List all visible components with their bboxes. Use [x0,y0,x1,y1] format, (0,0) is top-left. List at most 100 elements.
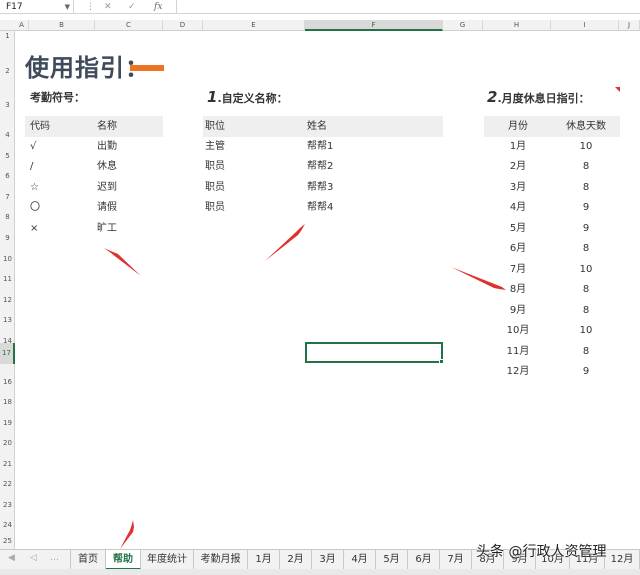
days-cell[interactable]: 8 [552,280,620,300]
tab-month[interactable]: 12月 [605,550,640,570]
row-header[interactable]: 2 [0,65,15,77]
days-cell[interactable]: 10 [552,137,620,157]
month-cell[interactable]: 2月 [484,157,552,177]
code-cell[interactable]: √ [30,137,36,157]
tab-month[interactable]: 6月 [408,550,440,570]
row-header[interactable]: 20 [0,437,15,449]
days-cell[interactable]: 8 [552,301,620,321]
tab-home[interactable]: 首页 [70,550,106,570]
position-cell[interactable]: 职员 [205,198,225,218]
row-header[interactable]: 16 [0,376,15,388]
name-cell[interactable]: 休息 [97,157,117,177]
code-cell[interactable]: / [30,157,33,177]
tab-help[interactable]: 帮助 [106,550,141,570]
position-cell[interactable]: 职员 [205,178,225,198]
code-cell[interactable]: 〇 [30,198,40,218]
code-cell[interactable]: × [30,219,38,239]
formula-input[interactable] [176,0,640,14]
month-cell[interactable]: 1月 [484,137,552,157]
selected-cell[interactable] [305,342,444,364]
position-cell[interactable]: 职员 [205,157,225,177]
staff-name-cell[interactable]: 帮帮3 [307,178,333,198]
month-cell[interactable]: 3月 [484,178,552,198]
row-header[interactable]: 21 [0,458,15,470]
staff-name-cell[interactable]: 帮帮1 [307,137,333,157]
row-header[interactable]: 4 [0,129,15,141]
row-header[interactable]: 1 [0,33,15,40]
row-header[interactable]: 7 [0,191,15,203]
column-header[interactable]: J [619,20,640,31]
chevron-down-icon[interactable]: ▼ [65,0,70,14]
confirm-icon[interactable]: ✓ [128,0,136,14]
row-header[interactable]: 13 [0,314,15,326]
tab-month[interactable]: 1月 [248,550,280,570]
days-cell[interactable]: 9 [552,219,620,239]
fill-handle[interactable] [439,359,444,364]
row-header[interactable]: 3 [0,99,15,111]
column-header[interactable]: B [29,20,95,31]
column-header[interactable]: A [15,20,29,31]
row-header[interactable]: 24 [0,519,15,531]
column-header-selected[interactable]: F [305,20,443,31]
row-header[interactable]: 11 [0,273,15,285]
month-cell[interactable]: 8月 [484,280,552,300]
month-cell[interactable]: 5月 [484,219,552,239]
month-cell[interactable]: 10月 [484,321,552,341]
position-cell[interactable]: 主管 [205,137,225,157]
column-header[interactable]: H [483,20,551,31]
staff-name-cell[interactable]: 帮帮2 [307,157,333,177]
month-cell[interactable]: 6月 [484,239,552,259]
row-header[interactable]: 22 [0,478,15,490]
more-sheets-icon[interactable]: … [50,553,59,563]
row-header[interactable]: 23 [0,499,15,511]
tab-monthly-report[interactable]: 考勤月报 [194,550,248,570]
tab-annual-stats[interactable]: 年度统计 [141,550,194,570]
days-cell[interactable]: 8 [552,157,620,177]
comment-indicator[interactable] [615,87,620,92]
code-cell[interactable]: ☆ [30,178,39,198]
more-icon: ⋮ [86,2,95,12]
month-cell[interactable]: 12月 [484,362,552,382]
row-header[interactable]: 5 [0,150,15,162]
days-cell[interactable]: 8 [552,342,620,362]
row-header[interactable]: 10 [0,253,15,265]
row-header[interactable]: 19 [0,417,15,429]
tab-month[interactable]: 5月 [376,550,408,570]
name-cell[interactable]: 出勤 [97,137,117,157]
column-header[interactable]: C [95,20,163,31]
row-header[interactable]: 12 [0,294,15,306]
days-cell[interactable]: 10 [552,260,620,280]
staff-name-cell[interactable]: 帮帮4 [307,198,333,218]
prev-sheet-icon[interactable]: ◁ [30,553,37,563]
days-cell[interactable]: 8 [552,239,620,259]
row-header-selected[interactable]: 17 [0,343,15,364]
tab-month[interactable]: 2月 [280,550,312,570]
first-sheet-icon[interactable]: ◀ [8,553,15,563]
tab-month[interactable]: 4月 [344,550,376,570]
month-cell[interactable]: 4月 [484,198,552,218]
name-box[interactable]: F17 ▼ [0,0,74,14]
function-icon[interactable]: fx [154,0,162,14]
month-cell[interactable]: 11月 [484,342,552,362]
row-header[interactable]: 6 [0,170,15,182]
tab-month[interactable]: 3月 [312,550,344,570]
tab-month[interactable]: 7月 [440,550,472,570]
month-cell[interactable]: 7月 [484,260,552,280]
days-cell[interactable]: 9 [552,198,620,218]
days-cell[interactable]: 10 [552,321,620,341]
days-cell[interactable]: 8 [552,178,620,198]
row-header[interactable]: 9 [0,232,15,244]
column-header[interactable]: E [203,20,305,31]
row-header[interactable]: 18 [0,396,15,408]
name-cell[interactable]: 迟到 [97,178,117,198]
name-cell[interactable]: 请假 [97,198,117,218]
row-header[interactable]: 25 [0,536,15,546]
cancel-icon[interactable]: ✕ [104,0,112,14]
days-cell[interactable]: 9 [552,362,620,382]
column-header[interactable]: D [163,20,203,31]
month-cell[interactable]: 9月 [484,301,552,321]
column-header[interactable]: G [443,20,483,31]
row-header[interactable]: 8 [0,211,15,223]
column-header[interactable]: I [551,20,619,31]
name-cell[interactable]: 旷工 [97,219,117,239]
